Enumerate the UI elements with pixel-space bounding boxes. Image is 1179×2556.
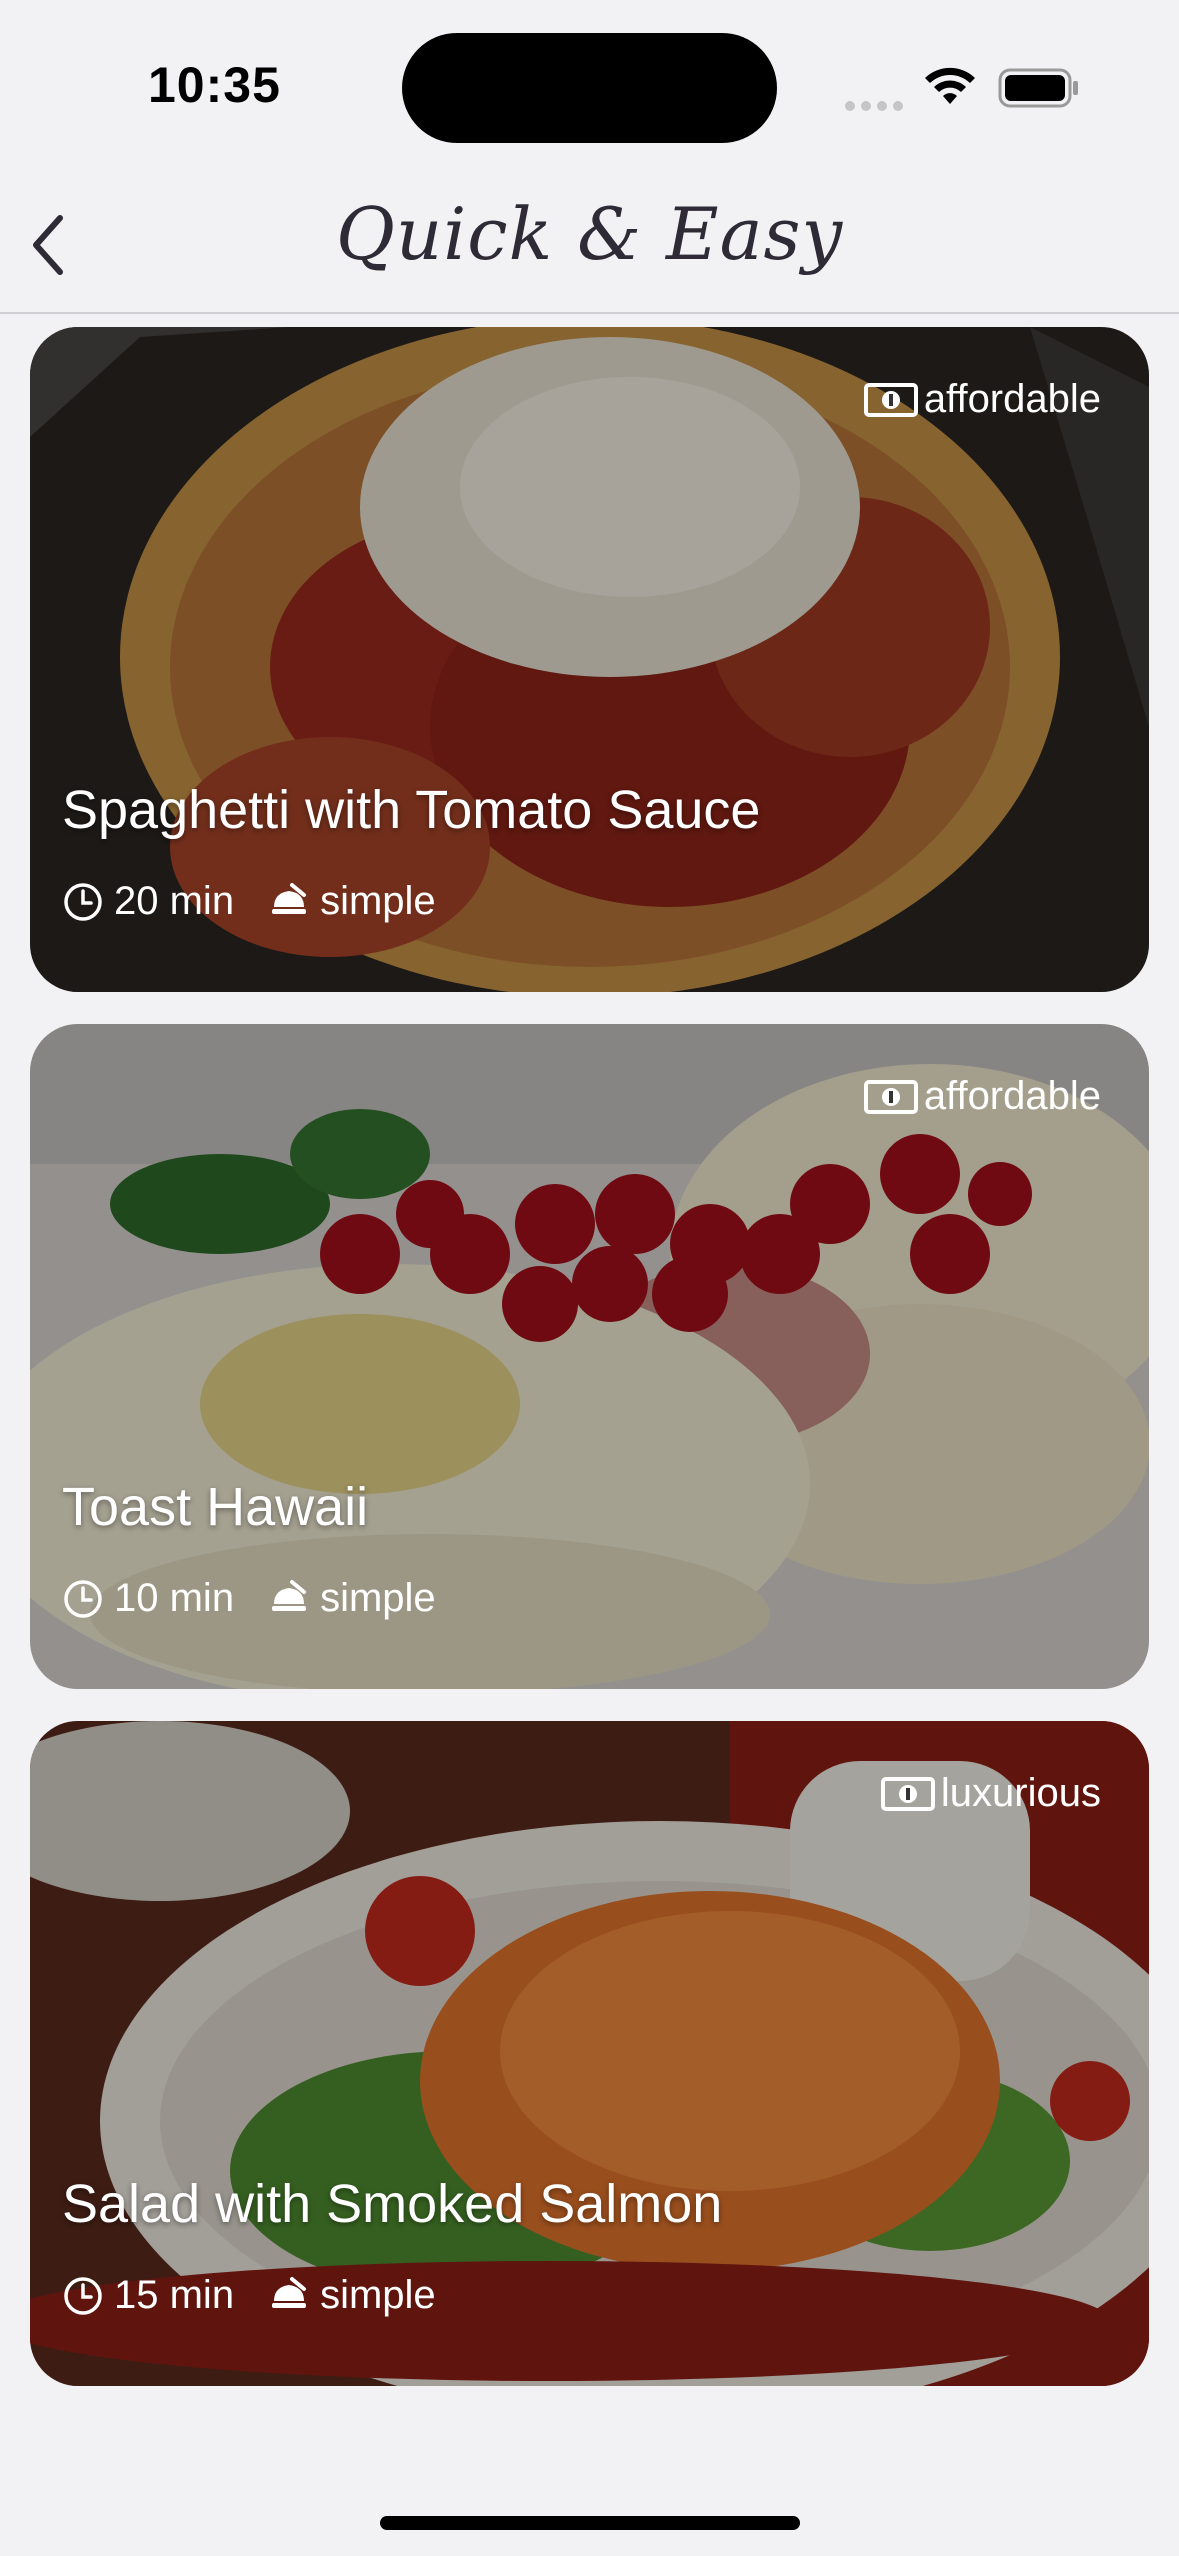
wifi-icon: [925, 67, 975, 104]
money-icon: [880, 1776, 935, 1811]
status-time: 10:35: [148, 57, 281, 113]
clock-icon: [64, 2276, 102, 2315]
recipe-card-toast-hawaii[interactable]: affordable Toast Hawaii 10 min simple: [30, 1024, 1149, 1689]
complexity-info: simple: [268, 879, 436, 924]
bottom-safe-area: [0, 2404, 1179, 2556]
battery-icon: [998, 68, 1078, 108]
home-indicator[interactable]: [380, 2516, 800, 2530]
navigation-bar: Quick & Easy: [0, 170, 1179, 314]
duration-info: 10 min: [62, 1576, 234, 1621]
recipe-meta: 20 min simple: [62, 879, 436, 924]
recipe-card-smoked-salmon-salad[interactable]: luxurious Salad with Smoked Salmon 15 mi…: [30, 1721, 1149, 2386]
affordability-badge: affordable: [863, 377, 1101, 422]
complexity-label: simple: [320, 2273, 436, 2317]
clock-icon: [64, 1579, 102, 1618]
recipe-title: Toast Hawaii: [62, 1477, 369, 1537]
complexity-label: simple: [320, 1576, 436, 1620]
money-icon: [863, 1079, 918, 1114]
affordability-label: affordable: [923, 377, 1101, 421]
chef-icon: [272, 1579, 307, 1611]
clock-icon: [64, 882, 102, 921]
recipe-meta: 10 min simple: [62, 1576, 436, 1621]
status-bar: 10:35: [0, 0, 1179, 170]
affordability-label: affordable: [923, 1074, 1101, 1118]
recipe-card-spaghetti[interactable]: affordable Spaghetti with Tomato Sauce 2…: [30, 327, 1149, 992]
complexity-info: simple: [268, 1576, 436, 1621]
cellular-signal-icon: [845, 96, 909, 115]
duration-label: 15 min: [114, 2273, 235, 2317]
affordability-label: luxurious: [940, 1771, 1101, 1815]
duration-info: 20 min: [62, 879, 234, 924]
chef-icon: [272, 2276, 307, 2308]
affordability-badge: affordable: [863, 1074, 1101, 1119]
page-title: Quick & Easy: [335, 192, 844, 276]
recipe-list: affordable Spaghetti with Tomato Sauce 2…: [30, 327, 1149, 2418]
complexity-info: simple: [268, 2273, 436, 2318]
money-icon: [863, 382, 918, 417]
duration-label: 20 min: [114, 879, 235, 923]
duration-info: 15 min: [62, 2273, 234, 2318]
dynamic-island: [402, 33, 777, 143]
recipe-title: Salad with Smoked Salmon: [62, 2174, 723, 2234]
affordability-badge: luxurious: [880, 1771, 1101, 1816]
recipe-meta: 15 min simple: [62, 2273, 436, 2318]
duration-label: 10 min: [114, 1576, 235, 1620]
complexity-label: simple: [320, 879, 436, 923]
recipe-title: Spaghetti with Tomato Sauce: [62, 780, 761, 840]
chef-icon: [272, 882, 307, 914]
